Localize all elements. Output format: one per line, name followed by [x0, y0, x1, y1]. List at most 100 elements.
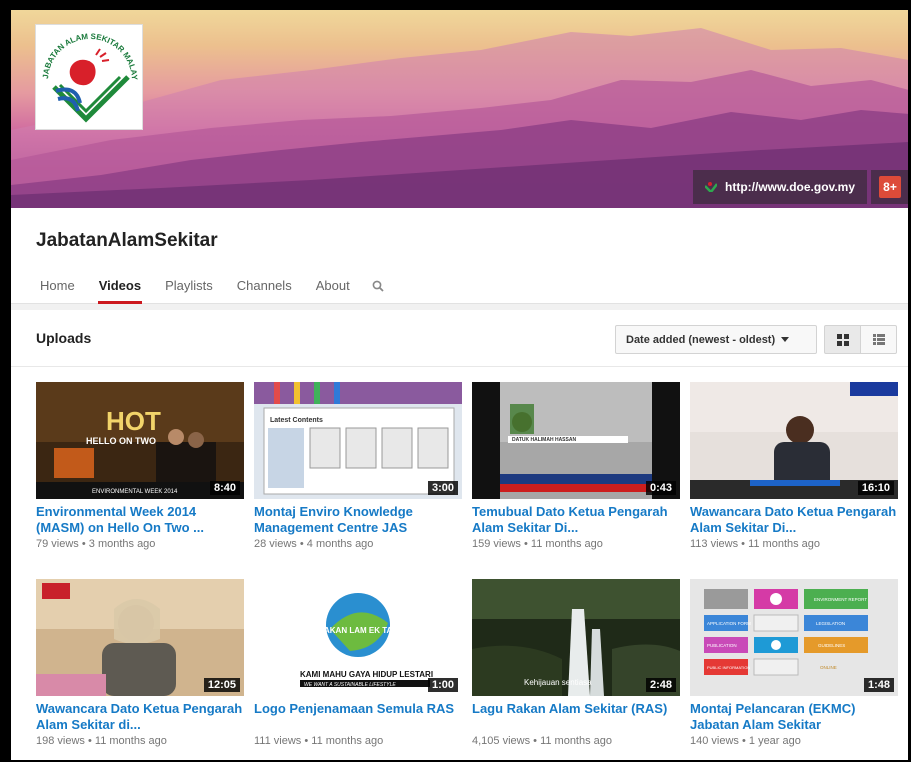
video-thumbnail[interactable]: AKAN LAM EK TAR KAMI MAHU GAYA HIDUP LES… — [254, 579, 462, 696]
chevron-down-icon — [781, 337, 790, 342]
tab-videos[interactable]: Videos — [87, 274, 153, 304]
video-card: AKAN LAM EK TAR KAMI MAHU GAYA HIDUP LES… — [254, 579, 464, 760]
view-count: 140 views — [690, 735, 739, 747]
section-title: Uploads — [36, 330, 92, 346]
video-thumbnail[interactable]: ENVIRONMENT REPORT APPLICATION FORM LEGI… — [690, 579, 898, 696]
channel-tabs: Home Videos Playlists Channels About — [28, 274, 390, 304]
upload-age: 11 months ago — [311, 735, 384, 747]
tab-about[interactable]: About — [304, 274, 362, 304]
upload-age: 11 months ago — [530, 538, 603, 550]
thumb-caption-text: Kehijauan sentiasa — [524, 678, 592, 687]
video-duration: 3:00 — [427, 481, 458, 495]
youtube-channel-page: JABATAN ALAM SEKITAR MALAYSIA http://www… — [10, 10, 908, 760]
video-duration: 12:05 — [203, 678, 240, 692]
video-meta: 4,105 views • 11 months ago — [472, 735, 613, 747]
video-title[interactable]: Environmental Week 2014 (MASM) on Hello … — [36, 504, 246, 536]
video-thumbnail[interactable]: Kehijauan sentiasa 2:48 — [472, 579, 680, 696]
view-count: 79 views — [36, 538, 79, 550]
video-meta: 111 views • 11 months ago — [254, 735, 384, 747]
upload-age: 11 months ago — [94, 735, 167, 747]
channel-title[interactable]: JabatanAlamSekitar — [36, 230, 218, 252]
list-view-button[interactable] — [860, 325, 897, 354]
sort-dropdown[interactable]: Date added (newest - oldest) — [615, 325, 817, 354]
upload-age: 4 months ago — [306, 538, 374, 550]
upload-age: 11 months ago — [748, 538, 821, 550]
video-meta: 79 views • 3 months ago — [36, 538, 156, 550]
thumb-app-form-text: APPLICATION FORM — [707, 621, 751, 626]
video-thumbnail[interactable]: 12:05 — [36, 579, 244, 696]
thumb-slogan-en-text: WE WANT A SUSTAINABLE LIFESTYLE — [304, 682, 396, 688]
video-title[interactable]: Logo Penjenamaan Semula RAS — [254, 701, 464, 733]
sort-dropdown-label: Date added (newest - oldest) — [626, 333, 776, 346]
view-count: 113 views — [690, 538, 739, 550]
thumb-slogan-text: KAMI MAHU GAYA HIDUP LESTARI — [300, 670, 433, 679]
video-card: 12:05 Wawancara Dato Ketua Pengarah Alam… — [36, 579, 246, 760]
thumb-online-text: ONLINE — [820, 665, 837, 670]
video-card: DATUK HALIMAH HASSAN 0:43 Temubual Dato … — [472, 382, 682, 565]
video-card: 16:10 Wawancara Dato Ketua Pengarah Alam… — [690, 382, 900, 565]
video-card: ENVIRONMENT REPORT APPLICATION FORM LEGI… — [690, 579, 900, 760]
website-link-label: http://www.doe.gov.my — [725, 180, 855, 194]
grid-view-button[interactable] — [824, 325, 861, 354]
website-link[interactable]: http://www.doe.gov.my — [693, 170, 867, 204]
thumb-env-report-text: ENVIRONMENT REPORT — [814, 597, 867, 602]
video-meta: 28 views • 4 months ago — [254, 538, 374, 550]
thumb-ras-logo-text: AKAN LAM EK TAR — [324, 626, 398, 635]
thumb-public-info-text: PUBLIC INFORMATION — [707, 665, 750, 670]
thumb-show-text: HELLO ON TWO — [86, 436, 156, 446]
tab-home[interactable]: Home — [28, 274, 87, 304]
thumb-hot-text: HOT — [106, 406, 161, 436]
video-grid: HOT HELLO ON TWO ENVIRONMENTAL WEEK 2014… — [36, 382, 900, 760]
video-thumbnail[interactable]: HOT HELLO ON TWO ENVIRONMENTAL WEEK 2014… — [36, 382, 244, 499]
banner-links: http://www.doe.gov.my 8+ — [693, 170, 908, 208]
view-count: 111 views — [254, 735, 302, 747]
google-plus-icon: 8+ — [879, 176, 901, 198]
video-title[interactable]: Lagu Rakan Alam Sekitar (RAS) — [472, 701, 682, 733]
view-count: 159 views — [472, 538, 521, 550]
video-thumbnail[interactable]: 16:10 — [690, 382, 898, 499]
video-duration: 1:48 — [863, 678, 894, 692]
video-title[interactable]: Wawancara Dato Ketua Pengarah Alam Sekit… — [690, 504, 900, 536]
grid-icon — [836, 333, 849, 346]
google-plus-link[interactable]: 8+ — [871, 170, 908, 204]
video-meta: 159 views • 11 months ago — [472, 538, 603, 550]
channel-logo[interactable]: JABATAN ALAM SEKITAR MALAYSIA — [33, 18, 143, 130]
upload-age: 11 months ago — [540, 735, 613, 747]
list-icon — [872, 334, 885, 345]
thumb-publication-text: PUBLICATION — [707, 643, 737, 648]
site-favicon-icon — [705, 182, 717, 192]
video-title[interactable]: Montaj Pelancaran (EKMC) Jabatan Alam Se… — [690, 701, 900, 733]
thumb-week-text: ENVIRONMENTAL WEEK 2014 — [92, 489, 178, 495]
channel-header: JabatanAlamSekitar Home Videos Playlists… — [11, 208, 908, 304]
thumb-guidelines-text: GUIDELINES — [818, 643, 845, 648]
upload-age: 1 year ago — [748, 735, 801, 747]
video-duration: 16:10 — [857, 481, 894, 495]
jas-logo-icon: JABATAN ALAM SEKITAR MALAYSIA — [33, 18, 139, 123]
view-count: 28 views — [254, 538, 297, 550]
video-title[interactable]: Temubual Dato Ketua Pengarah Alam Sekita… — [472, 504, 682, 536]
video-duration: 2:48 — [645, 678, 676, 692]
video-title[interactable]: Montaj Enviro Knowledge Management Centr… — [254, 504, 464, 536]
view-count: 198 views — [36, 735, 85, 747]
thumb-name-text: DATUK HALIMAH HASSAN — [512, 437, 576, 443]
tab-channels[interactable]: Channels — [225, 274, 304, 304]
video-title[interactable]: Wawancara Dato Ketua Pengarah Alam Sekit… — [36, 701, 246, 733]
video-card: Kehijauan sentiasa 2:48 Lagu Rakan Alam … — [472, 579, 682, 760]
upload-age: 3 months ago — [88, 538, 156, 550]
video-card: Latest Contents 3:00 Montaj Enviro Knowl… — [254, 382, 464, 565]
video-duration: 0:43 — [645, 481, 676, 495]
video-duration: 1:00 — [427, 678, 458, 692]
channel-banner: JABATAN ALAM SEKITAR MALAYSIA http://www… — [11, 10, 908, 208]
video-duration: 8:40 — [209, 481, 240, 495]
thumb-latest-text: Latest Contents — [270, 417, 323, 424]
video-thumbnail[interactable]: Latest Contents 3:00 — [254, 382, 462, 499]
video-meta: 198 views • 11 months ago — [36, 735, 167, 747]
channel-search-button[interactable] — [362, 274, 390, 304]
tab-playlists[interactable]: Playlists — [153, 274, 225, 304]
video-thumbnail[interactable]: DATUK HALIMAH HASSAN 0:43 — [472, 382, 680, 499]
video-meta: 140 views • 1 year ago — [690, 735, 801, 747]
uploads-section: Uploads Date added (newest - oldest) HOT… — [11, 310, 908, 760]
thumb-legislation-text: LEGISLATION — [816, 621, 845, 626]
video-meta: 113 views • 11 months ago — [690, 538, 821, 550]
section-divider — [11, 366, 908, 367]
